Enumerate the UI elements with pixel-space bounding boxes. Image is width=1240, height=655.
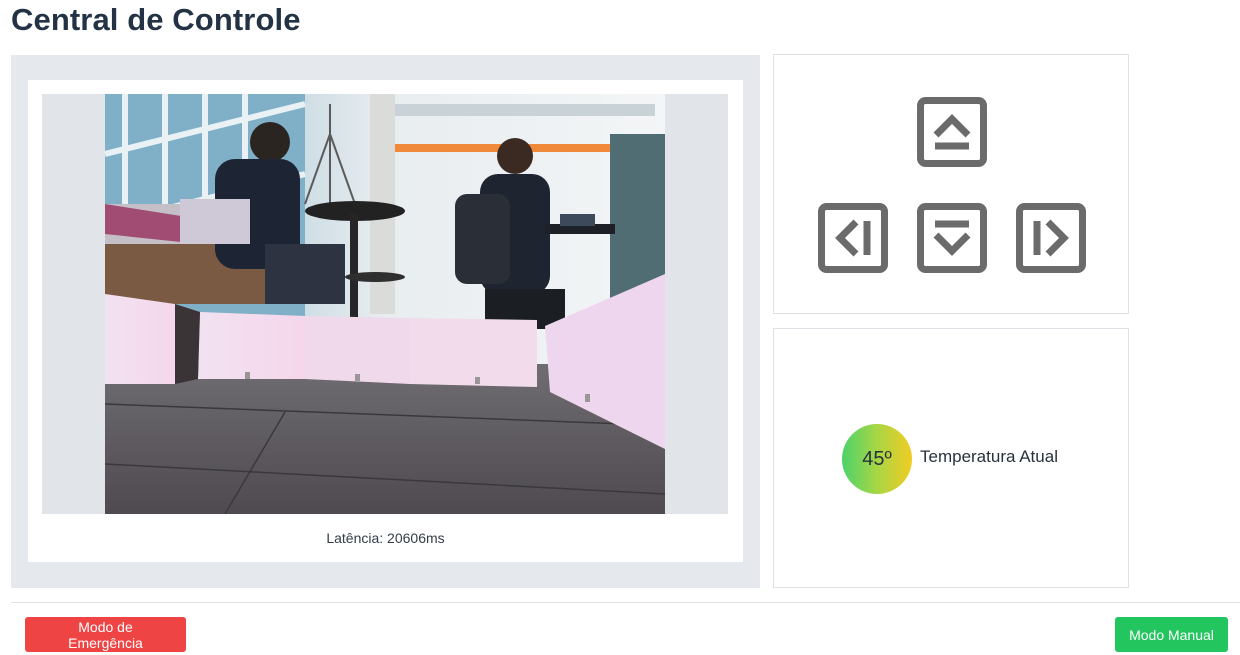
temperature-panel: 45º Temperatura Atual [773, 328, 1129, 588]
manual-mode-button[interactable]: Modo Manual [1115, 617, 1228, 652]
move-up-button[interactable] [917, 97, 987, 167]
move-down-button[interactable] [917, 203, 987, 273]
temperature-label: Temperatura Atual [920, 447, 1058, 466]
footer-divider [11, 602, 1240, 603]
move-right-button[interactable] [1016, 203, 1086, 273]
move-left-button[interactable] [818, 203, 888, 273]
arrow-down-square-icon [917, 203, 987, 273]
video-frame [42, 94, 728, 514]
video-card: Latência: 20606ms [28, 80, 743, 562]
arrow-right-square-icon [1016, 203, 1086, 273]
page-title: Central de Controle [11, 2, 301, 37]
arrow-up-square-icon [917, 97, 987, 167]
temperature-gauge: 45º [842, 424, 912, 494]
latency-readout: Latência: 20606ms [326, 530, 445, 546]
arrow-left-square-icon [818, 203, 888, 273]
controls-panel [773, 54, 1129, 314]
camera-feed [105, 94, 665, 514]
emergency-mode-button[interactable]: Modo de Emergência [25, 617, 186, 652]
video-panel: Latência: 20606ms [11, 55, 760, 588]
